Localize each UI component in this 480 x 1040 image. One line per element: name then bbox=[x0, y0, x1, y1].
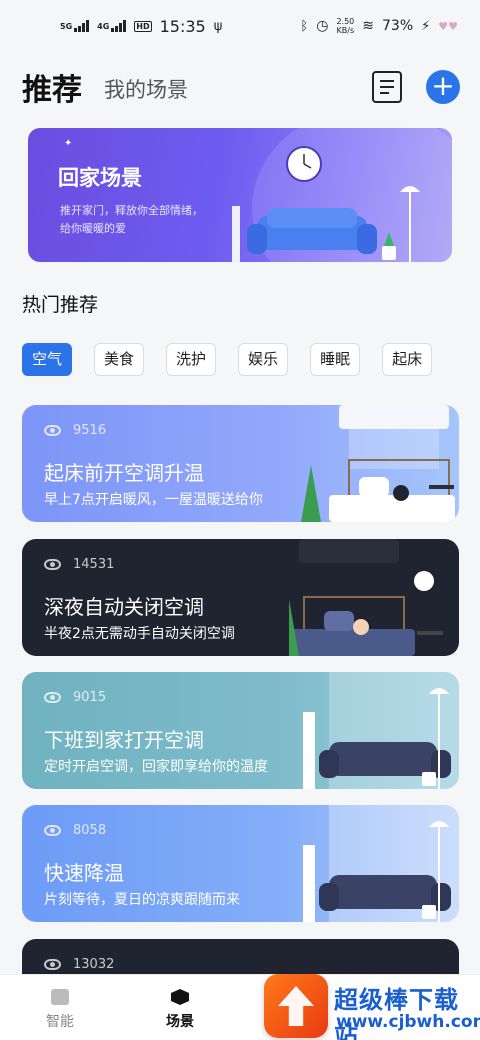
network-speed-unit: KB/s bbox=[336, 26, 355, 35]
document-icon[interactable] bbox=[372, 71, 402, 103]
battery-level: 73% bbox=[382, 18, 414, 34]
scene-recommend-screen: 5G 4G HD 15:35 ψ ᛒ ◷ 2.50 KB/s ≋ 73% ⚡ ♥… bbox=[0, 0, 480, 1040]
scene-card[interactable]: 14531 深夜自动关闭空调 半夜2点无需动手自动关闭空调 bbox=[22, 539, 459, 656]
signal-icon bbox=[111, 20, 127, 32]
chip-entertainment[interactable]: 娱乐 bbox=[238, 343, 289, 376]
charging-icon: ⚡ bbox=[421, 18, 431, 34]
alarm-icon: ◷ bbox=[316, 18, 329, 34]
watermark-url: www.cjbwh.com bbox=[336, 1012, 480, 1032]
view-count: 14531 bbox=[44, 557, 114, 572]
view-count-value: 9516 bbox=[73, 423, 107, 438]
scene-card[interactable]: 9516 起床前开空调升温 早上7点开启暖风，一屋温暖送给你 bbox=[22, 405, 459, 522]
card-description: 半夜2点无需动手自动关闭空调 bbox=[44, 626, 235, 642]
status-time: 15:35 bbox=[159, 16, 206, 36]
nav-scene-label: 场景 bbox=[166, 1014, 194, 1030]
eye-icon bbox=[44, 959, 61, 970]
card-description: 早上7点开启暖风，一屋温暖送给你 bbox=[44, 492, 263, 508]
status-right-group: ᛒ ◷ 2.50 KB/s ≋ 73% ⚡ ♥♥ bbox=[300, 17, 458, 35]
scene-card[interactable]: 8058 快速降温 片刻等待，夏日的凉爽跟随而来 bbox=[22, 805, 459, 922]
card-title: 起床前开空调升温 bbox=[44, 461, 204, 485]
view-count-value: 9015 bbox=[73, 690, 107, 705]
wifi-icon: ≋ bbox=[362, 18, 374, 34]
view-count-value: 13032 bbox=[73, 957, 115, 972]
nav-scene[interactable]: 场景 bbox=[150, 989, 210, 1031]
card-title: 快速降温 bbox=[44, 861, 124, 885]
tab-recommend[interactable]: 推荐 bbox=[22, 65, 82, 109]
network-speed-value: 2.50 bbox=[336, 17, 355, 26]
bedroom-illustration bbox=[301, 405, 455, 522]
banner-desc-line1: 推开家门，释放你全部情绪， bbox=[60, 204, 203, 217]
network-4g-label: 4G bbox=[97, 21, 110, 31]
eye-icon bbox=[44, 825, 61, 836]
scene-icon bbox=[171, 989, 189, 1005]
card-title: 下班到家打开空调 bbox=[44, 728, 204, 752]
eye-icon bbox=[44, 559, 61, 570]
view-count: 13032 bbox=[44, 957, 114, 972]
category-chips: 空气 美食 洗护 娱乐 睡眠 起床 bbox=[22, 343, 480, 376]
chip-sleep[interactable]: 睡眠 bbox=[310, 343, 361, 376]
home-scene-banner[interactable]: ✦ 回家场景 推开家门，释放你全部情绪， 给你暖暖的爱 bbox=[28, 128, 452, 262]
header: 推荐 我的场景 + bbox=[22, 62, 460, 112]
bluetooth-icon: ᛒ bbox=[300, 18, 309, 34]
chip-care[interactable]: 洗护 bbox=[166, 343, 217, 376]
banner-title: 回家场景 bbox=[58, 166, 142, 190]
card-description: 片刻等待，夏日的凉爽跟随而来 bbox=[44, 892, 240, 908]
sparkle-icon: ✦ bbox=[64, 138, 73, 149]
view-count-value: 14531 bbox=[73, 557, 115, 572]
section-title-hot: 热门推荐 bbox=[22, 294, 99, 316]
card-description: 定时开启空调，回家即享给你的温度 bbox=[44, 759, 268, 775]
chip-food[interactable]: 美食 bbox=[94, 343, 145, 376]
tab-my-scenes[interactable]: 我的场景 bbox=[104, 74, 188, 104]
network-5g-label: 5G bbox=[60, 21, 73, 31]
view-count: 9516 bbox=[44, 423, 106, 438]
status-bar: 5G 4G HD 15:35 ψ ᛒ ◷ 2.50 KB/s ≋ 73% ⚡ ♥… bbox=[0, 0, 480, 52]
hd-badge: HD bbox=[134, 20, 152, 32]
chip-air[interactable]: 空气 bbox=[22, 343, 73, 376]
banner-desc-line2: 给你暖暖的爱 bbox=[60, 222, 126, 235]
device-icon bbox=[51, 989, 69, 1005]
banner-description: 推开家门，释放你全部情绪， 给你暖暖的爱 bbox=[60, 202, 230, 238]
nav-smart[interactable]: 智能 bbox=[30, 989, 90, 1031]
watermark-logo bbox=[264, 974, 328, 1038]
scene-card[interactable]: 9015 下班到家打开空调 定时开启空调，回家即享给你的温度 bbox=[22, 672, 459, 789]
chip-wakeup[interactable]: 起床 bbox=[382, 343, 433, 376]
view-count-value: 8058 bbox=[73, 823, 107, 838]
view-count: 8058 bbox=[44, 823, 106, 838]
add-scene-button[interactable]: + bbox=[426, 70, 460, 104]
living-room-illustration bbox=[232, 146, 420, 262]
nav-smart-label: 智能 bbox=[46, 1014, 74, 1030]
heart-icon: ♥♥ bbox=[438, 19, 458, 33]
card-title: 深夜自动关闭空调 bbox=[44, 595, 204, 619]
eye-icon bbox=[44, 692, 61, 703]
living-room-illustration bbox=[303, 805, 459, 922]
eye-icon bbox=[44, 425, 61, 436]
view-count: 9015 bbox=[44, 690, 106, 705]
living-room-illustration bbox=[303, 672, 459, 789]
usb-icon: ψ bbox=[213, 18, 223, 34]
night-bedroom-illustration bbox=[289, 539, 443, 656]
network-speed: 2.50 KB/s bbox=[336, 17, 354, 35]
signal-icon bbox=[74, 20, 90, 32]
